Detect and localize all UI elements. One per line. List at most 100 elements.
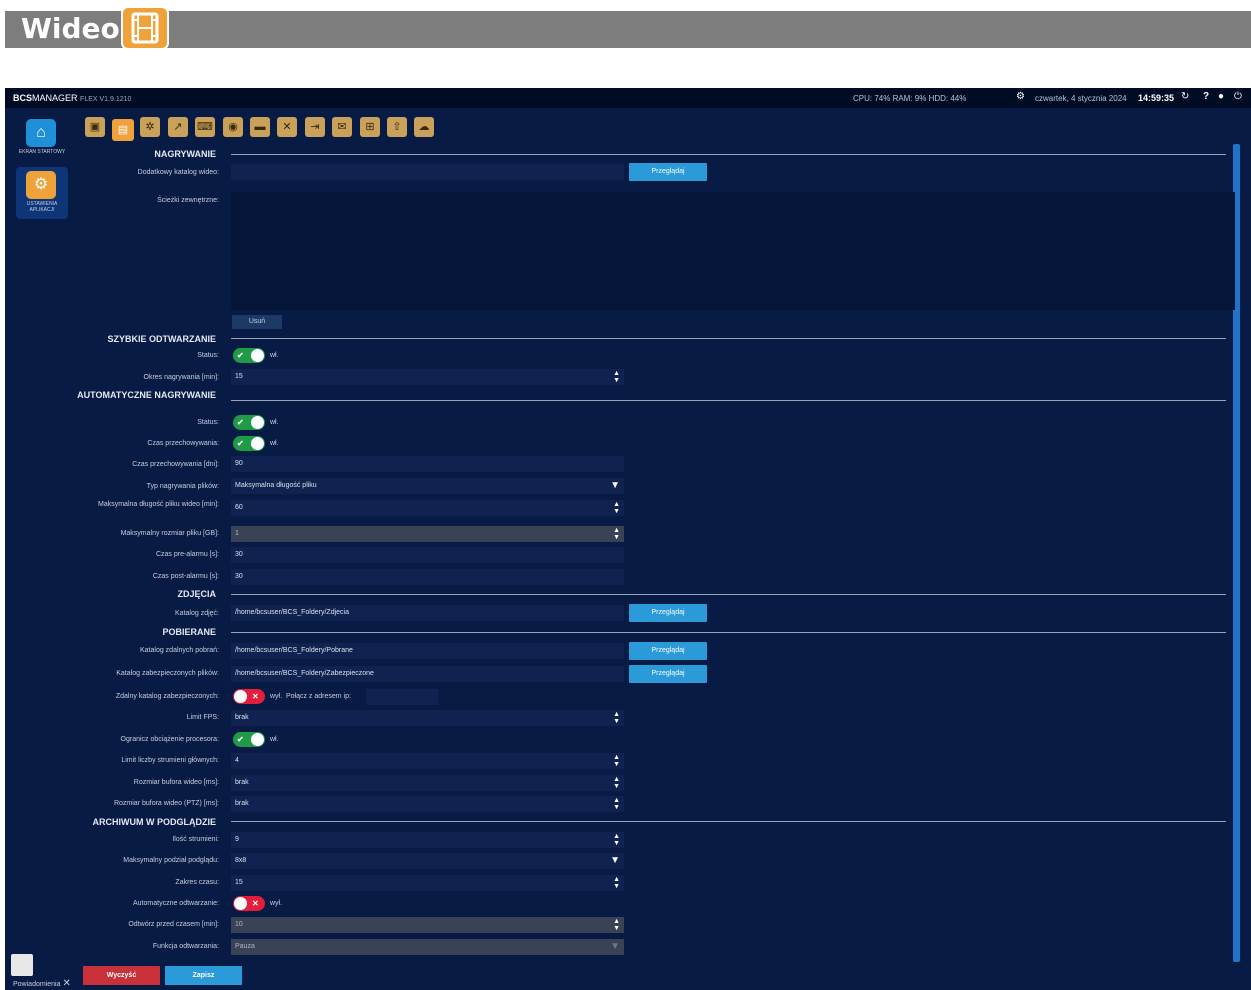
- label-katalog-zdjec: Katalog zdjęć:: [175, 610, 219, 617]
- section-pobierane: POBIERANE: [162, 627, 216, 637]
- sidebar-item-home[interactable]: ⌂ EKRAN STARTOWY: [16, 115, 68, 163]
- toggle-state-text: wył. Połącz z adresem ip:: [270, 693, 351, 700]
- browse-downloads-button[interactable]: Przeglądaj: [629, 642, 707, 660]
- toolbar-import-icon[interactable]: ⇥: [305, 117, 325, 137]
- divider: [231, 594, 1226, 595]
- toggle-state-text: wł.: [270, 419, 279, 426]
- czas-dni-input[interactable]: 90: [231, 456, 624, 472]
- browse-photos-button[interactable]: Przeglądaj: [629, 604, 707, 622]
- katalog-zdalnych-input[interactable]: /home/bcsuser/BCS_Foldery/Pobrane: [231, 643, 624, 659]
- page-title: Wideo: [21, 12, 120, 45]
- toolbar-keyboard-icon[interactable]: ⌨: [195, 117, 215, 137]
- toolbar-cloud-icon[interactable]: ☁: [414, 117, 434, 137]
- zakres-czasu-stepper[interactable]: 15 ▲ ▼: [231, 875, 624, 891]
- label-sciezki: Ścieżki zewnętrzne:: [157, 197, 219, 204]
- label-limit-strumieni: Limit liczby strumieni głównych:: [121, 757, 219, 764]
- label-status: Status:: [197, 419, 219, 426]
- label-typ-nagrywania: Typ nagrywania plików:: [146, 483, 219, 490]
- toolbar-mail-icon[interactable]: ✉: [332, 117, 352, 137]
- system-stats: CPU: 74% RAM: 9% HDD: 44%: [853, 94, 967, 103]
- limit-fps-stepper[interactable]: brak ▲ ▼: [231, 710, 624, 726]
- close-icon: ✕: [62, 978, 71, 989]
- max-rozmiar-stepper: 1 ▲ ▼: [231, 526, 624, 542]
- ip-address-input[interactable]: [366, 689, 438, 705]
- browse-secured-button[interactable]: Przeglądaj: [629, 665, 707, 683]
- date-text: czwartek, 4 stycznia 2024: [1035, 94, 1127, 103]
- pre-alarm-input[interactable]: 30: [231, 547, 624, 563]
- auto-recording-toggle[interactable]: ✔: [233, 415, 265, 430]
- label-bufor: Rozmiar bufora wideo [ms]:: [133, 779, 219, 786]
- label-zdalny-katalog: Zdalny katalog zabezpieczonych:: [115, 693, 219, 700]
- toggle-state-text: wł.: [270, 736, 279, 743]
- toolbar-chart-icon[interactable]: ↗: [168, 117, 188, 137]
- label-ilosc-strumieni: Ilość strumieni:: [172, 836, 219, 843]
- sidebar-item-settings[interactable]: ⚙ USTAWIENIA APLIKACJI: [16, 167, 68, 219]
- chevron-down-icon: ▼: [610, 480, 620, 491]
- power-icon[interactable]: ⏻: [1234, 91, 1242, 102]
- label-max-dlugosc: Maksymalna długość pliku wideo [min]:: [98, 501, 219, 508]
- retention-toggle[interactable]: ✔: [233, 436, 265, 451]
- external-paths-list[interactable]: [231, 192, 1235, 310]
- katalog-zdjec-input[interactable]: /home/bcsuser/BCS_Foldery/Zdjecia: [231, 605, 624, 621]
- app-window: BCSMANAGER FLEX V1.9.1210 CPU: 74% RAM: …: [5, 88, 1251, 990]
- remote-secured-toggle[interactable]: ✕: [233, 689, 265, 704]
- divider: [231, 821, 1226, 822]
- label-katalog-zabezpieczonych: Katalog zabezpieczonych plików:: [116, 670, 219, 677]
- page-header-bar: [5, 11, 1251, 48]
- save-button[interactable]: Zapisz: [165, 966, 242, 985]
- okres-stepper[interactable]: 15 ▲ ▼: [231, 369, 624, 385]
- katalog-zabezpieczonych-input[interactable]: /home/bcsuser/BCS_Foldery/Zabezpieczone: [231, 666, 624, 682]
- ilosc-strumieni-stepper[interactable]: 9 ▲ ▼: [231, 832, 624, 848]
- toolbar-window-icon[interactable]: ▣: [85, 117, 105, 137]
- toggle-state-text: wł.: [270, 352, 279, 359]
- toolbar-upload-icon[interactable]: ⇧: [387, 117, 407, 137]
- label-zakres-czasu: Zakres czasu:: [175, 879, 219, 886]
- auto-playback-toggle[interactable]: ✕: [233, 896, 265, 911]
- label-limit-fps: Limit FPS:: [186, 714, 219, 721]
- label-status: Status:: [197, 352, 219, 359]
- toolbar-car-icon[interactable]: ▬: [250, 117, 270, 137]
- notifications-label[interactable]: Powiadomienia ✕: [13, 978, 71, 989]
- browse-video-button[interactable]: Przeglądaj: [629, 163, 707, 181]
- label-czas-przechowywania: Czas przechowywania:: [147, 440, 219, 447]
- limit-strumieni-stepper[interactable]: 4 ▲ ▼: [231, 753, 624, 769]
- chevron-down-icon: ▼: [610, 941, 620, 952]
- polacz-label: Połącz z adresem ip:: [285, 693, 351, 700]
- app-logo: BCSMANAGER FLEX V1.9.1210: [13, 93, 132, 103]
- label-okres: Okres nagrywania [min]:: [143, 374, 219, 381]
- section-nagrywanie: NAGRYWANIE: [154, 149, 216, 159]
- toolbar-film-icon[interactable]: ▤: [112, 119, 134, 141]
- user-icon[interactable]: ●: [1218, 91, 1224, 102]
- label-pre-alarm: Czas pre-alarmu [s]:: [155, 551, 219, 558]
- divider: [231, 632, 1226, 633]
- toolbar-tools-icon[interactable]: ✕: [277, 117, 297, 137]
- bufor-stepper[interactable]: brak ▲ ▼: [231, 775, 624, 791]
- clear-button[interactable]: Wyczyść: [83, 966, 160, 985]
- post-alarm-input[interactable]: 30: [231, 569, 624, 585]
- label-dodatkowy-katalog: Dodatkowy katalog wideo:: [137, 169, 219, 176]
- notifications-icon[interactable]: [11, 954, 33, 976]
- quick-playback-toggle[interactable]: ✔: [233, 348, 265, 363]
- label-katalog-zdalnych: Katalog zdalnych pobrań:: [140, 647, 219, 654]
- help-icon[interactable]: ?: [1203, 91, 1209, 102]
- home-icon: ⌂: [26, 119, 56, 147]
- label-ogranicz: Ogranicz obciążenie procesora:: [120, 736, 219, 743]
- podzial-select[interactable]: 8x8 ▼: [231, 853, 624, 869]
- refresh-icon[interactable]: ↻: [1181, 91, 1189, 102]
- time-text: 14:59:35: [1138, 93, 1175, 103]
- section-zdjecia: ZDJĘCIA: [177, 589, 216, 599]
- cpu-limit-toggle[interactable]: ✔: [233, 732, 265, 747]
- section-szybkie: SZYBKIE ODTWARZANIE: [107, 334, 216, 344]
- sidebar-item-label: EKRAN STARTOWY: [18, 149, 66, 155]
- toolbar-camera-icon[interactable]: ◉: [223, 117, 243, 137]
- toolbar-camera-settings-icon[interactable]: ✲: [140, 117, 160, 137]
- dodatkowy-katalog-input[interactable]: [231, 164, 624, 180]
- remove-path-button[interactable]: Usuń: [232, 315, 282, 329]
- settings-icon[interactable]: ⚙: [1016, 91, 1025, 102]
- label-czas-dni: Czas przechowywania [dni]:: [132, 461, 219, 468]
- bufor-ptz-stepper[interactable]: brak ▲ ▼: [231, 796, 624, 812]
- typ-nagrywania-select[interactable]: Maksymalna długość pliku ▼: [231, 478, 624, 494]
- max-dlugosc-stepper[interactable]: 60 ▲ ▼: [231, 500, 624, 516]
- film-icon: [121, 6, 169, 50]
- toolbar-network-icon[interactable]: ⊞: [360, 117, 380, 137]
